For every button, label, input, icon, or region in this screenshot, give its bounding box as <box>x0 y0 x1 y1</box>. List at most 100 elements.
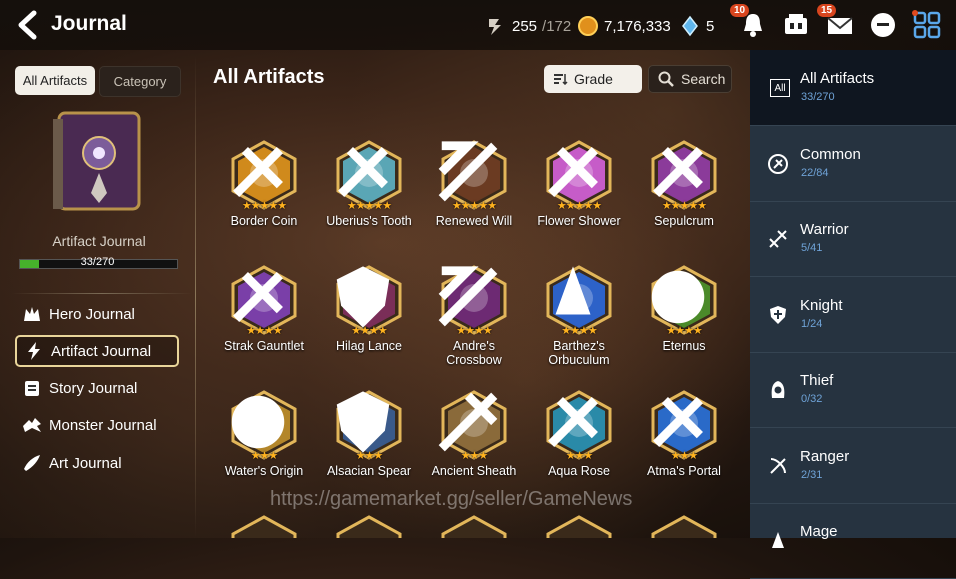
category-name: Knight <box>800 296 843 314</box>
artifact-name: Renewed Will <box>435 214 513 228</box>
artifact-icon: ★★★ <box>438 390 509 462</box>
skystone-counter[interactable]: 5 <box>679 15 714 37</box>
nav-story-journal[interactable]: Story Journal <box>15 372 179 404</box>
star-rating: ★★★★★ <box>451 200 497 212</box>
class-ranger-icon <box>438 141 498 202</box>
page-title: Journal <box>51 12 127 35</box>
artifact-card[interactable]: ★★★★ Andre's Crossbow <box>420 265 528 367</box>
class-knight-icon <box>336 391 390 453</box>
category-all-artifacts[interactable]: All All Artifacts 33/270 <box>750 50 956 126</box>
thief-hood-icon <box>771 381 785 398</box>
shop-button[interactable] <box>781 10 811 40</box>
category-name: Ranger <box>800 447 850 465</box>
category-common[interactable]: Common 22/84 <box>750 126 956 202</box>
search-button[interactable]: Search <box>648 65 732 93</box>
category-ranger[interactable]: Ranger 2/31 <box>750 428 956 504</box>
sort-label: Grade <box>574 71 613 87</box>
artifact-card[interactable] <box>630 515 738 538</box>
menu-button[interactable] <box>912 10 942 40</box>
artifact-icon: ★★★ <box>649 390 719 462</box>
artifact-card[interactable] <box>420 515 528 538</box>
gold-counter[interactable]: 7,176,333 <box>577 15 671 37</box>
class-common-icon <box>233 147 283 197</box>
artifact-card[interactable]: ★★★ Ancient Sheath <box>420 390 528 478</box>
nav-artifact-journal[interactable]: Artifact Journal <box>15 335 179 367</box>
artifact-icon: ★★★★ <box>229 265 299 337</box>
scroll-icon <box>25 381 39 396</box>
nav-hero-journal[interactable]: Hero Journal <box>15 298 179 330</box>
artifact-name: Andre's Crossbow <box>446 339 502 367</box>
ranger-bow-icon <box>770 457 786 474</box>
artifact-card[interactable]: ★★★★ Strak Gauntlet <box>210 265 318 353</box>
artifact-icon: ★★★★★ <box>438 140 509 212</box>
artifact-card[interactable]: ★★★ Water's Origin <box>210 390 318 478</box>
artifact-name: Flower Shower <box>537 214 621 228</box>
star-rating: ★★★★★ <box>556 200 602 212</box>
art-brush-icon <box>24 455 40 471</box>
category-count: 33/270 <box>801 91 835 103</box>
artifact-hex-icon <box>336 515 402 538</box>
category-thief[interactable]: Thief 0/32 <box>750 352 956 428</box>
knight-shield-icon <box>770 305 786 324</box>
mage-hat-icon <box>772 532 784 548</box>
lightning-icon <box>28 342 40 360</box>
artifact-card[interactable]: ★★★★ Hilag Lance <box>315 265 423 353</box>
class-common-icon <box>338 147 388 197</box>
artifact-hex-icon <box>546 515 612 538</box>
category-count: 1/24 <box>801 317 823 330</box>
category-name: All Artifacts <box>800 70 875 87</box>
artifact-card[interactable]: ★★★★★ Renewed Will <box>420 140 528 228</box>
star-rating: ★★★ <box>670 450 699 462</box>
chat-button[interactable] <box>868 10 898 40</box>
artifact-card[interactable] <box>525 515 633 538</box>
nav-monster-journal[interactable]: Monster Journal <box>15 409 179 441</box>
artifact-name: Sepulcrum <box>654 214 714 228</box>
book-label: Artifact Journal <box>52 233 146 249</box>
stamina-counter[interactable]: 255/172 <box>485 15 571 37</box>
artifact-icon: ★★★★★ <box>649 140 719 212</box>
star-rating: ★★★ <box>565 450 594 462</box>
artifact-name: Strak Gauntlet <box>224 339 304 353</box>
artifact-name: Alsacian Spear <box>326 464 412 478</box>
artifact-name: Border Coin <box>230 214 298 228</box>
artifact-card[interactable] <box>210 515 318 538</box>
watermark: https://gamemarket.gg/seller/GameNews <box>270 488 633 510</box>
artifact-card[interactable]: ★★★★★ Flower Shower <box>525 140 633 228</box>
mail-button[interactable]: 15 <box>817 4 855 40</box>
artifact-card[interactable]: ★★★ Aqua Rose <box>525 390 633 478</box>
artifact-icon: ★★★ <box>229 390 299 462</box>
left-panel: All Artifacts Category Artifact Journal … <box>0 55 195 538</box>
artifact-hex-icon <box>651 515 717 538</box>
main-title: All Artifacts <box>213 66 325 88</box>
artifact-card[interactable] <box>315 515 423 538</box>
category-name: Mage <box>800 523 838 540</box>
category-mage[interactable]: Mage <box>750 503 956 579</box>
artifact-icon <box>649 515 719 538</box>
artifact-icon: ★★★★★ <box>229 140 299 212</box>
artifact-card[interactable]: ★★★★★ Sepulcrum <box>630 140 738 228</box>
star-rating: ★★★ <box>460 450 489 462</box>
class-common-icon <box>548 147 598 197</box>
artifact-name: Hilag Lance <box>335 339 402 353</box>
nav-art-journal[interactable]: Art Journal <box>15 447 179 479</box>
progress-text: 33/270 <box>80 256 115 268</box>
back-arrow-icon[interactable] <box>14 10 42 40</box>
artifact-card[interactable]: ★★★★ Eternus <box>630 265 738 353</box>
sort-grade-button[interactable]: Grade <box>544 65 642 93</box>
star-rating: ★★★★ <box>561 325 597 337</box>
nav-label: Art Journal <box>49 454 122 472</box>
artifact-card[interactable]: ★★★★★ Uberius's Tooth <box>315 140 423 228</box>
category-knight[interactable]: Knight 1/24 <box>750 277 956 353</box>
artifact-card[interactable]: ★★★ Atma's Portal <box>630 390 738 478</box>
shop-icon <box>785 14 807 34</box>
artifact-card[interactable]: ★★★★ Barthez's Orbuculum <box>525 265 633 367</box>
category-warrior[interactable]: Warrior 5/41 <box>750 201 956 277</box>
all-icon: All <box>770 79 790 97</box>
tab-all-artifacts[interactable]: All Artifacts <box>15 66 95 95</box>
artifact-card[interactable]: ★★★ Alsacian Spear <box>315 390 423 478</box>
tab-category[interactable]: Category <box>99 66 181 97</box>
artifact-card[interactable]: ★★★★★ Border Coin <box>210 140 318 228</box>
notification-button[interactable]: 10 <box>730 4 768 40</box>
class-soul-icon <box>651 270 705 324</box>
class-mage-icon <box>555 266 591 315</box>
